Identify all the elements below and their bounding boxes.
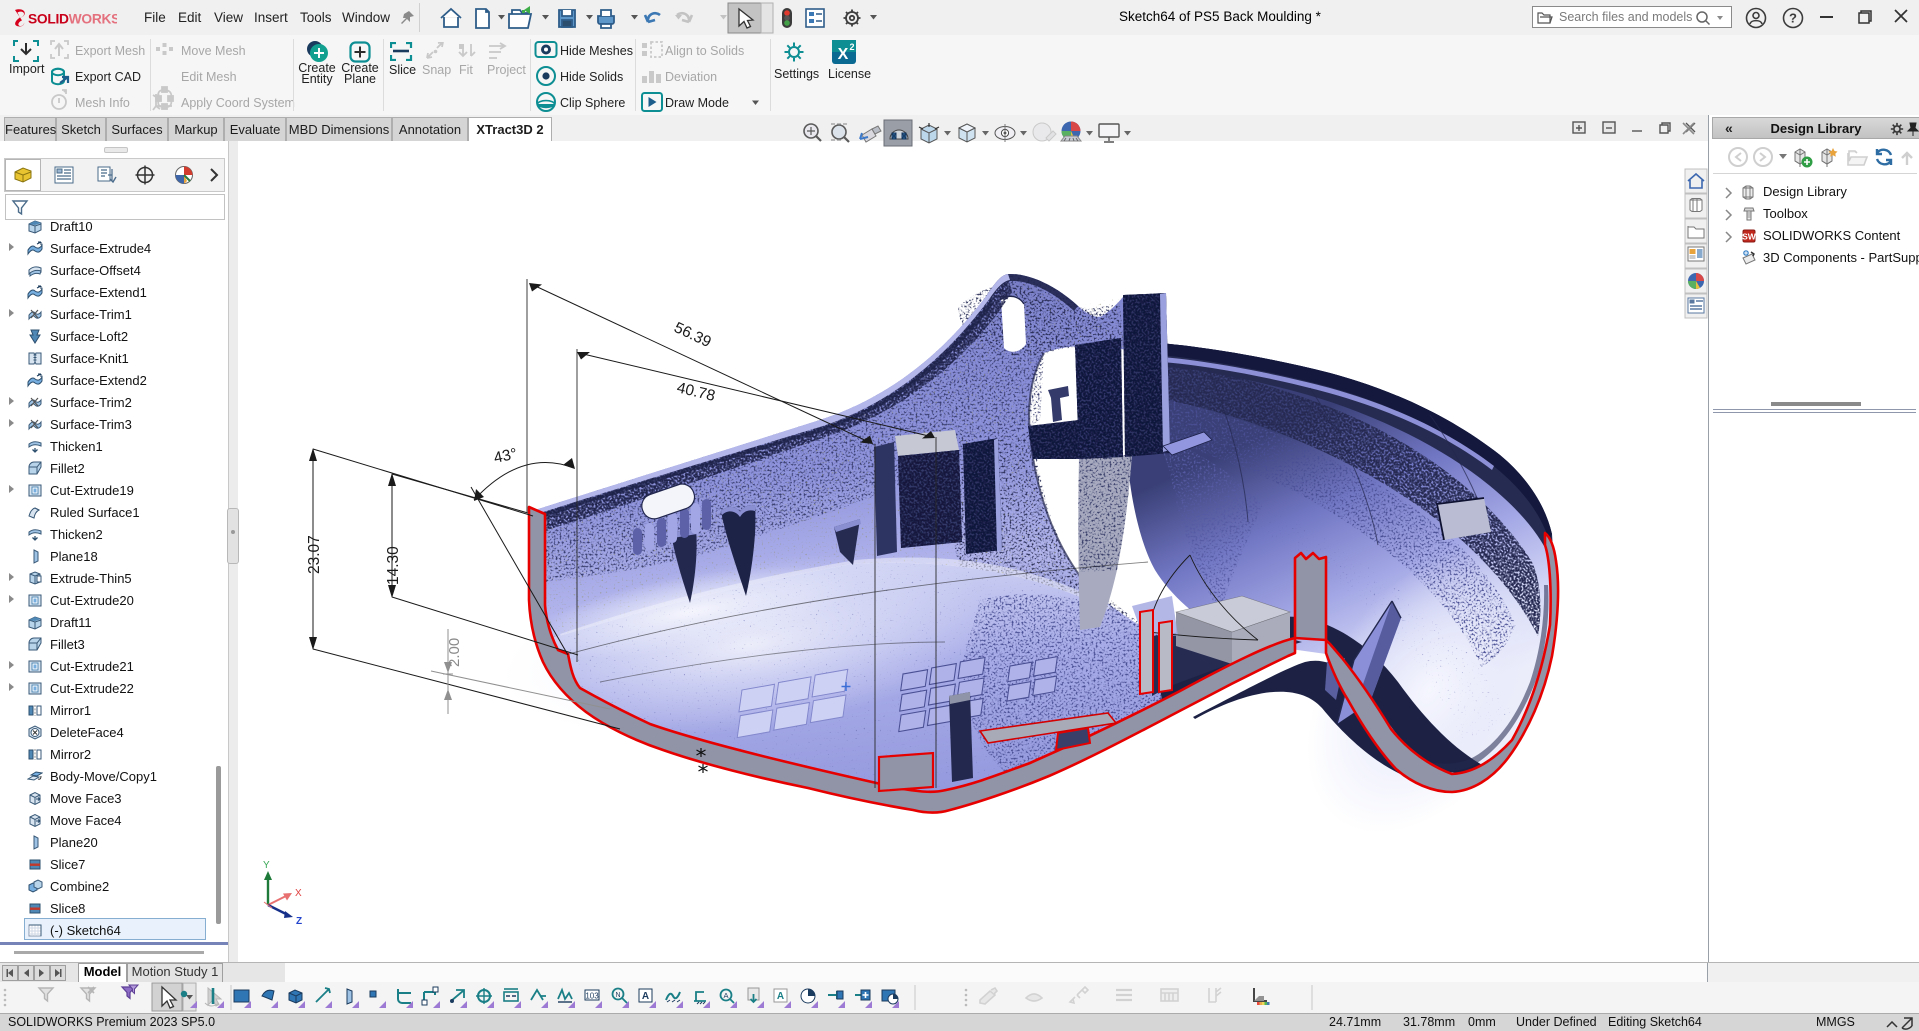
svg-text:?: ? [1789, 11, 1797, 26]
svg-text:Y: Y [263, 860, 270, 871]
svg-text:A: A [723, 991, 728, 1000]
svg-text:A: A [642, 991, 649, 1002]
svg-text:N: N [615, 992, 620, 999]
svg-text:2.00: 2.00 [446, 638, 463, 667]
svg-text:56.39: 56.39 [671, 319, 713, 351]
svg-text:SW: SW [1742, 232, 1757, 242]
svg-text:23.07: 23.07 [306, 535, 323, 574]
svg-text:X: X [295, 888, 302, 899]
svg-text:SOLIDWORKS: SOLIDWORKS [28, 12, 117, 27]
svg-text:A: A [777, 991, 784, 1002]
svg-text:14.30: 14.30 [385, 546, 402, 585]
svg-text:40.78: 40.78 [675, 379, 717, 405]
svg-text:103: 103 [585, 992, 599, 1001]
svg-text:43°: 43° [492, 445, 518, 467]
svg-text:X: X [838, 46, 849, 63]
svg-text:Z: Z [296, 916, 302, 927]
svg-text:2: 2 [849, 42, 854, 52]
